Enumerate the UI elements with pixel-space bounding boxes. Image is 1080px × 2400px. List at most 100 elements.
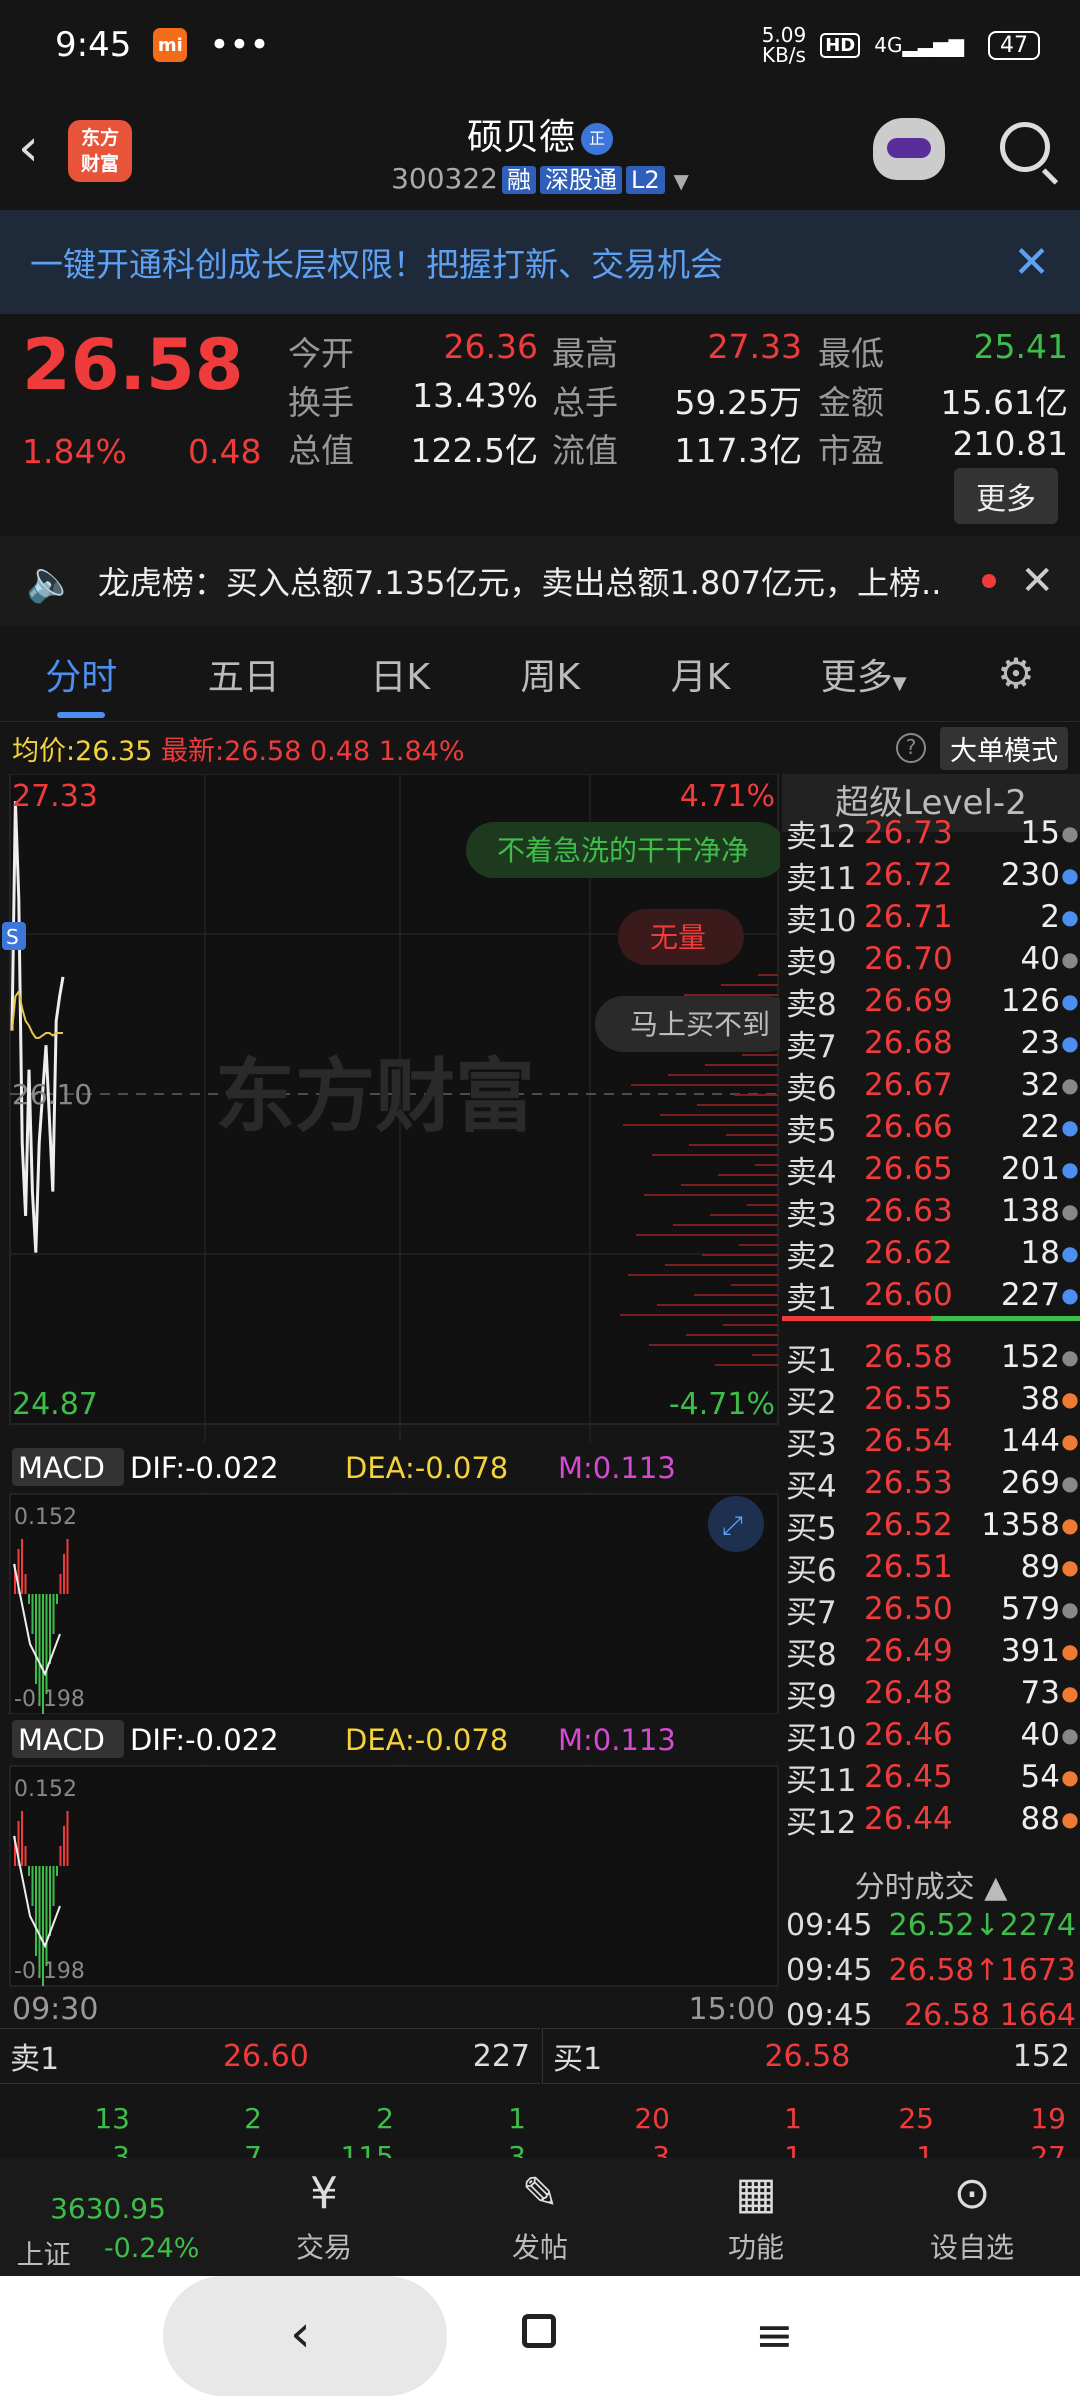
nav-trade[interactable]: ¥ 交易 — [216, 2158, 432, 2276]
avg-bar: 均价:26.35 最新:26.58 0.48 1.84% ? 大单模式 — [0, 722, 1080, 774]
level-price: 26.68 — [864, 1025, 953, 1061]
price-volume-bar — [742, 1054, 778, 1056]
asks-row[interactable]: 卖2 26.62 18 ● — [782, 1232, 1080, 1275]
level-label: 买3 — [786, 1426, 837, 1463]
field-label: 最低 — [818, 334, 884, 374]
field-label: 换手 — [288, 382, 354, 422]
bids-row[interactable]: 买6 26.51 89 ● — [782, 1546, 1080, 1589]
menu-icon[interactable]: ≡ — [755, 2308, 794, 2362]
macd-bar — [56, 1594, 58, 1604]
level-price: 26.62 — [864, 1235, 953, 1271]
level-price: 26.69 — [864, 983, 953, 1019]
big-order-mode-button[interactable]: 大单模式 — [940, 726, 1068, 770]
bids-row[interactable]: 买7 26.50 579 ● — [782, 1588, 1080, 1631]
dot-icon: ● — [1061, 1283, 1079, 1307]
price-volume-bar — [620, 1314, 778, 1316]
macd-bar — [59, 1574, 62, 1594]
price-volume-bar — [721, 984, 778, 986]
signal-icon: 4G▂▃▅▆ — [874, 33, 964, 57]
bids-row[interactable]: 买10 26.46 40 ● — [782, 1714, 1080, 1757]
home-icon[interactable] — [522, 2314, 556, 2348]
level-label: 卖1 — [786, 1280, 837, 1317]
promo-banner[interactable]: 一键开通科创成长层权限！把握打新、交易机会 ✕ — [0, 210, 1080, 314]
nav-post[interactable]: ✎ 发帖 — [432, 2158, 648, 2276]
tab-intraday[interactable]: 分时 — [45, 648, 117, 718]
bids-row[interactable]: 买8 26.49 391 ● — [782, 1630, 1080, 1673]
more-button[interactable]: 更多 — [954, 468, 1058, 524]
tab-more[interactable]: 更多▼ — [821, 648, 907, 700]
close-icon[interactable]: ✕ — [1013, 237, 1050, 288]
price-volume-bar — [628, 1274, 778, 1276]
price-volume-bar — [689, 1144, 778, 1146]
close-icon[interactable]: ✕ — [1020, 558, 1054, 604]
level-vol: 15 — [1020, 815, 1060, 851]
tab-daily[interactable]: 日K — [370, 648, 430, 700]
macd-stat: DIF:-0.022 — [130, 1723, 279, 1757]
change-pct: 1.84% — [22, 432, 127, 471]
dot-icon: ● — [1061, 1765, 1079, 1789]
price-volume-bar — [673, 1224, 778, 1226]
dot-icon: ● — [1061, 1157, 1079, 1181]
bids-row[interactable]: 买12 26.44 88 ● — [782, 1798, 1080, 1841]
bids-row[interactable]: 买9 26.48 73 ● — [782, 1672, 1080, 1715]
nav-function[interactable]: ▦ 功能 — [648, 2158, 864, 2276]
nav-watchlist[interactable]: ⊙ 设自选 — [864, 2158, 1080, 2276]
settings-gear-icon[interactable]: ⚙ — [997, 649, 1035, 698]
price-volume-bar — [702, 1254, 778, 1256]
level-label: 卖3 — [786, 1196, 837, 1233]
level-label: 买8 — [786, 1636, 837, 1673]
price-volume-bar — [681, 1184, 778, 1186]
trade-row: 09:45 26.58 ↑1673 — [782, 1949, 1080, 1991]
asks-row[interactable]: 卖10 26.71 2 ● — [782, 896, 1080, 939]
field-label: 金额 — [818, 382, 884, 422]
macd-bar — [42, 1594, 44, 1714]
asks-row[interactable]: 卖8 26.69 126 ● — [782, 980, 1080, 1023]
asks-row[interactable]: 卖12 26.73 15 ● — [782, 812, 1080, 855]
field-label: 市盈 — [818, 431, 884, 470]
level-price: 26.44 — [864, 1801, 953, 1837]
bids-row[interactable]: 买3 26.54 144 ● — [782, 1420, 1080, 1463]
level-label: 买12 — [786, 1804, 857, 1841]
asks-row[interactable]: 卖4 26.65 201 ● — [782, 1148, 1080, 1191]
index-widget[interactable]: 3630.95 上证 -0.24% — [0, 2158, 216, 2276]
search-icon[interactable] — [1000, 122, 1050, 172]
trade-price: 26.52 — [888, 1907, 975, 1943]
sys-back-icon[interactable]: ‹ — [290, 2304, 311, 2364]
asks-row[interactable]: 卖1 26.60 227 ● — [782, 1274, 1080, 1317]
trades-title[interactable]: 分时成交 ▲ — [782, 1862, 1080, 1906]
level-label: 买10 — [786, 1720, 857, 1757]
asks-row[interactable]: 卖6 26.67 32 ● — [782, 1064, 1080, 1107]
asks-row[interactable]: 卖11 26.72 230 ● — [782, 854, 1080, 897]
field-label: 总手 — [552, 382, 618, 422]
level-vol: 32 — [1020, 1067, 1060, 1103]
svg-text:S: S — [6, 925, 19, 949]
level-label: 卖12 — [786, 818, 857, 855]
macd-bar — [63, 1554, 65, 1594]
asks-row[interactable]: 卖9 26.70 40 ● — [782, 938, 1080, 981]
asks-row[interactable]: 卖3 26.63 138 ● — [782, 1190, 1080, 1233]
tab-5day[interactable]: 五日 — [208, 648, 280, 700]
macd-bar — [38, 1594, 41, 1704]
asks-row[interactable]: 卖7 26.68 23 ● — [782, 1022, 1080, 1065]
help-icon[interactable]: ? — [896, 733, 926, 763]
dot-icon: ● — [1061, 905, 1079, 929]
level-vol: 23 — [1020, 1025, 1060, 1061]
price-volume-bar — [752, 1354, 778, 1356]
tab-monthly[interactable]: 月K — [671, 648, 731, 700]
level-vol: 144 — [1000, 1423, 1060, 1459]
bids-row[interactable]: 买4 26.53 269 ● — [782, 1462, 1080, 1505]
tab-weekly[interactable]: 周K — [520, 648, 580, 700]
bids-row[interactable]: 买11 26.45 54 ● — [782, 1756, 1080, 1799]
level-price: 26.71 — [864, 899, 953, 935]
dragon-tiger-notice[interactable]: 🔈 龙虎榜：买入总额7.135亿元，卖出总额1.807亿元，上榜... ✕ — [0, 536, 1080, 626]
asks-row[interactable]: 卖5 26.66 22 ● — [782, 1106, 1080, 1149]
level-label: 买1 — [786, 1342, 837, 1379]
dot-icon: ● — [1061, 1597, 1079, 1621]
bids-row[interactable]: 买5 26.52 1358 ● — [782, 1504, 1080, 1547]
queue-qty: 1 — [508, 2102, 526, 2135]
bids-row[interactable]: 买1 26.58 152 ● — [782, 1336, 1080, 1379]
bids-row[interactable]: 买2 26.55 38 ● — [782, 1378, 1080, 1421]
robot-assistant-icon[interactable] — [873, 118, 945, 180]
price-volume-bar — [657, 1304, 778, 1306]
macd-bar — [31, 1594, 34, 1634]
